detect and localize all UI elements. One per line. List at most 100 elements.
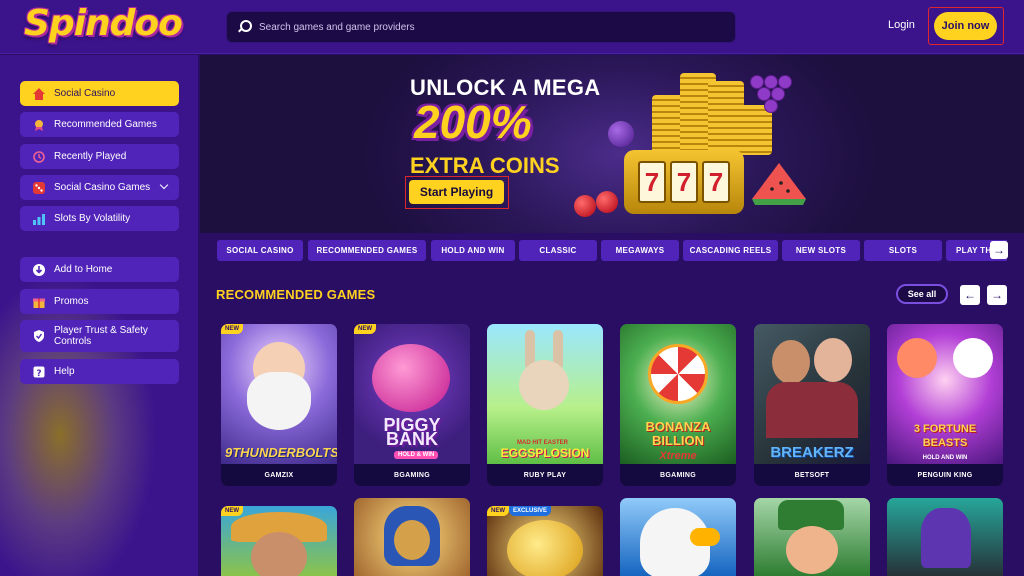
game-card-row2-1[interactable]: NEW	[221, 506, 337, 576]
game-card-bonanza-billion[interactable]: BONANZA BILLION Xtreme BGAMING	[620, 324, 736, 486]
game-title: EGGSPLOSION	[500, 446, 590, 460]
game-provider: RUBY PLAY	[487, 464, 603, 486]
sidebar-item-promos[interactable]: Promos	[20, 289, 179, 314]
dice-icon	[32, 181, 46, 195]
game-title: BREAKERZ	[770, 444, 854, 461]
category-tabs: SOCIAL CASINO RECOMMENDED GAMES HOLD AND…	[217, 240, 1007, 262]
game-art	[251, 532, 307, 576]
sidebar-item-social-casino[interactable]: Social Casino	[20, 81, 179, 106]
join-highlight: Join now	[928, 7, 1004, 45]
game-card-breakerz[interactable]: BREAKERZ BETSOFT	[754, 324, 870, 486]
chevron-down-icon[interactable]	[159, 180, 169, 190]
sidebar: Social Casino Recommended Games Recently…	[0, 55, 198, 576]
sidebar-item-label: Promos	[54, 296, 89, 307]
sidebar-item-slots-by-volatility[interactable]: Slots By Volatility	[20, 206, 179, 231]
join-now-button[interactable]: Join now	[934, 12, 997, 40]
sidebar-item-help[interactable]: ? Help	[20, 359, 179, 384]
reel: 7	[670, 161, 698, 203]
game-title: BONANZA BILLION	[645, 419, 711, 448]
tabs-next-arrow-icon[interactable]: →	[990, 241, 1008, 259]
game-subtitle: Xtreme	[659, 450, 697, 462]
sidebar-item-label: Slots By Volatility	[54, 213, 131, 224]
sidebar-item-label: Social Casino Games	[54, 182, 151, 193]
game-art	[221, 324, 337, 464]
section-title: RECOMMENDED GAMES	[216, 287, 376, 302]
tab-megaways[interactable]: MEGAWAYS	[601, 240, 679, 261]
watermelon-illustration	[752, 163, 806, 205]
award-icon	[32, 118, 46, 132]
sidebar-item-label: Add to Home	[54, 264, 113, 275]
sidebar-item-label: Help	[54, 366, 75, 377]
sidebar-item-label: Social Casino	[54, 88, 116, 99]
game-art	[754, 324, 870, 464]
cta-highlight: Start Playing	[405, 176, 509, 209]
game-title: 9THUNDERBOLTS	[225, 445, 337, 460]
game-subtitle: HOLD AND WIN	[922, 455, 968, 461]
game-card-9-thunderbolts[interactable]: NEW 9THUNDERBOLTS GAMZIX	[221, 324, 337, 486]
tab-new-slots[interactable]: NEW SLOTS	[782, 240, 860, 261]
sidebar-item-social-casino-games[interactable]: Social Casino Games	[20, 175, 179, 200]
tab-cascading-reels[interactable]: CASCADING REELS	[683, 240, 778, 261]
game-art	[786, 526, 838, 574]
spindoo-logo[interactable]: Spindoo	[24, 3, 183, 44]
tab-classic[interactable]: CLASSIC	[519, 240, 597, 261]
help-icon: ?	[32, 365, 46, 379]
history-icon	[32, 150, 46, 164]
game-card-row2-6[interactable]	[887, 498, 1003, 576]
search-icon	[237, 20, 252, 34]
top-header: Spindoo Login Join now	[0, 0, 1024, 54]
banner-headline-percent: 200%	[414, 96, 532, 148]
game-card-3-fortune-beasts[interactable]: 3 FORTUNE BEASTS HOLD AND WIN PENGUIN KI…	[887, 324, 1003, 486]
new-badge: NEW	[354, 324, 376, 334]
game-title: 3 FORTUNE BEASTS	[913, 423, 977, 449]
sidebar-item-label: Recently Played	[54, 151, 127, 162]
game-provider: BETSOFT	[754, 464, 870, 486]
home-icon	[32, 87, 46, 101]
tab-social-casino[interactable]: SOCIAL CASINO	[217, 240, 303, 261]
game-card-eggsplosion[interactable]: MAD HIT EASTER EGGSPLOSION RUBY PLAY	[487, 324, 603, 486]
new-badge: NEW	[487, 506, 509, 516]
see-all-button[interactable]: See all	[896, 284, 948, 304]
svg-text:?: ?	[36, 369, 41, 379]
sidebar-item-player-trust[interactable]: Player Trust & Safety Controls	[20, 320, 179, 352]
game-art	[921, 508, 971, 568]
login-link[interactable]: Login	[888, 19, 915, 31]
tab-slots[interactable]: SLOTS	[864, 240, 942, 261]
new-badge: NEW	[221, 324, 243, 334]
arrow-right-icon[interactable]: →	[987, 285, 1007, 305]
game-title: PIGGY BANK	[383, 415, 441, 449]
sidebar-item-recently-played[interactable]: Recently Played	[20, 144, 179, 169]
sidebar-item-recommended-games[interactable]: Recommended Games	[20, 112, 179, 137]
gift-icon	[32, 295, 46, 309]
plum-illustration	[608, 121, 634, 147]
game-card-piggy-bank[interactable]: NEW PIGGY BANK HOLD & WIN BGAMING	[354, 324, 470, 486]
download-icon	[32, 263, 46, 277]
game-card-row2-3[interactable]: NEW EXCLUSIVE	[487, 506, 603, 576]
game-art	[394, 520, 430, 560]
chart-icon	[32, 212, 46, 226]
sidebar-item-label: Recommended Games	[54, 119, 157, 130]
promo-banner[interactable]: UNLOCK A MEGA 200% EXTRA COINS Start Pla…	[200, 55, 1024, 233]
reel: 7	[638, 161, 666, 203]
game-subtitle: HOLD & WIN	[394, 451, 439, 459]
shield-icon	[32, 329, 46, 343]
game-provider: BGAMING	[620, 464, 736, 486]
arrow-left-icon[interactable]: ←	[960, 285, 980, 305]
grapes-illustration	[740, 67, 792, 117]
game-card-row2-2[interactable]	[354, 498, 470, 576]
sidebar-item-add-to-home[interactable]: Add to Home	[20, 257, 179, 282]
start-playing-button[interactable]: Start Playing	[409, 180, 504, 204]
game-art	[507, 520, 583, 576]
sidebar-item-label: Player Trust & Safety Controls	[54, 325, 148, 347]
game-card-row2-5[interactable]	[754, 498, 870, 576]
game-card-row2-4[interactable]	[620, 498, 736, 576]
game-provider: GAMZIX	[221, 464, 337, 486]
game-provider: BGAMING	[354, 464, 470, 486]
reel: 7	[702, 161, 730, 203]
tab-hold-and-win[interactable]: HOLD AND WIN	[431, 240, 515, 261]
game-art	[690, 528, 720, 546]
tab-recommended-games[interactable]: RECOMMENDED GAMES	[308, 240, 426, 261]
search-input[interactable]	[259, 21, 719, 33]
game-provider: PENGUIN KING	[887, 464, 1003, 486]
search-bar[interactable]	[226, 11, 736, 43]
